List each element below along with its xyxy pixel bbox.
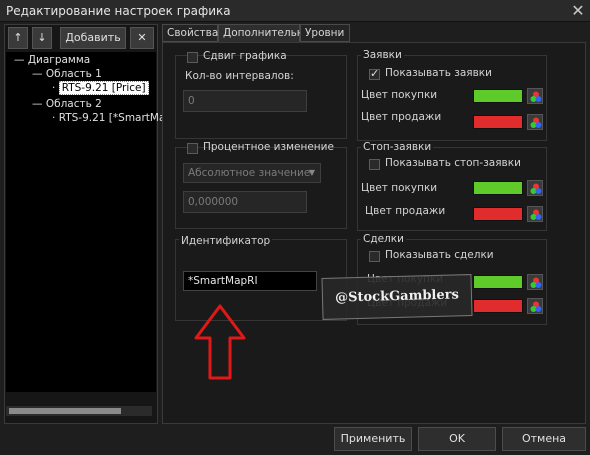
show-stop-orders-label: Показывать стоп-заявки [385,157,521,169]
identifier-label: Идентификатор [179,235,273,247]
tab-levels[interactable]: Уровни [300,24,350,42]
tree-node-label: RTS-9.21 [*SmartMa [58,112,166,124]
percent-value-input[interactable]: 0,000000 [183,191,307,213]
add-button[interactable]: Добавить [60,27,126,49]
watermark: @StockGamblers [321,274,473,320]
remove-button[interactable]: ✕ [130,27,154,49]
tree-node-item1[interactable]: · RTS-9.21 [Price] [52,81,149,95]
move-up-button[interactable]: ↑ [8,27,28,49]
intervals-label: Кол-во интервалов: [185,70,294,82]
show-deals-checkbox[interactable] [369,251,380,262]
deals-title: Сделки [361,233,406,245]
tree-node-label: Область 2 [45,98,102,110]
tree-node-label: RTS-9.21 [Price] [58,81,149,95]
tree-node-area2[interactable]: — Область 2 [32,98,102,110]
window-title: Редактирование настроек графика [6,4,231,18]
stop-orders-title: Стоп-заявки [361,141,434,153]
orders-sell-label: Цвет продажи [361,111,442,123]
select-value: Абсолютное значение [188,167,311,179]
palette-icon[interactable] [527,298,543,314]
tab-additional[interactable]: Дополнительно [218,24,310,42]
stop-orders-sell-swatch[interactable] [473,207,523,221]
percent-mode-select[interactable]: Абсолютное значение ▼ [183,163,321,183]
deals-sell-swatch[interactable] [473,299,523,313]
palette-icon[interactable] [527,180,543,196]
orders-buy-swatch[interactable] [473,89,523,103]
tree-node-label: Диаграмма [27,54,91,66]
shift-checkbox[interactable] [187,52,198,63]
move-down-button[interactable]: ↓ [32,27,52,49]
palette-icon[interactable] [527,274,543,290]
close-icon[interactable]: ✕ [568,1,588,21]
chart-tree: — Диаграмма — Область 1 · RTS-9.21 [Pric… [6,52,165,392]
percent-group [175,147,347,229]
palette-icon[interactable] [527,88,543,104]
show-orders-checkbox[interactable] [369,67,380,80]
cancel-button[interactable]: Отмена [502,427,586,451]
show-stop-orders-checkbox[interactable] [369,159,380,170]
apply-button[interactable]: Применить [334,427,412,451]
tree-node-area1[interactable]: — Область 1 [32,68,102,80]
show-orders-label: Показывать заявки [385,67,492,79]
orders-buy-label: Цвет покупки [361,89,438,101]
deals-buy-swatch[interactable] [473,275,523,289]
ok-button[interactable]: OK [418,427,496,451]
chevron-down-icon: ▼ [308,168,315,177]
intervals-input[interactable]: 0 [183,90,307,112]
tab-properties[interactable]: Свойства [162,24,218,42]
stop-orders-sell-label: Цвет продажи [365,205,446,217]
tree-node-item2[interactable]: · RTS-9.21 [*SmartMa [52,112,165,124]
show-deals-label: Показывать сделки [385,249,494,261]
shift-label: Сдвиг графика [203,50,287,62]
scrollbar-thumb[interactable] [9,408,121,414]
tree-node-label: Область 1 [45,68,102,80]
palette-icon[interactable] [527,206,543,222]
identifier-input[interactable]: *SmartMapRI [183,271,317,291]
percent-label: Процентное изменение [203,141,334,153]
stop-orders-buy-label: Цвет покупки [361,182,438,194]
arrow-up-icon [194,304,246,380]
percent-checkbox[interactable] [187,143,198,154]
tree-node-diagram[interactable]: — Диаграмма [14,54,90,66]
stop-orders-buy-swatch[interactable] [473,181,523,195]
orders-title: Заявки [361,49,404,61]
palette-icon[interactable] [527,114,543,130]
orders-sell-swatch[interactable] [473,115,523,129]
